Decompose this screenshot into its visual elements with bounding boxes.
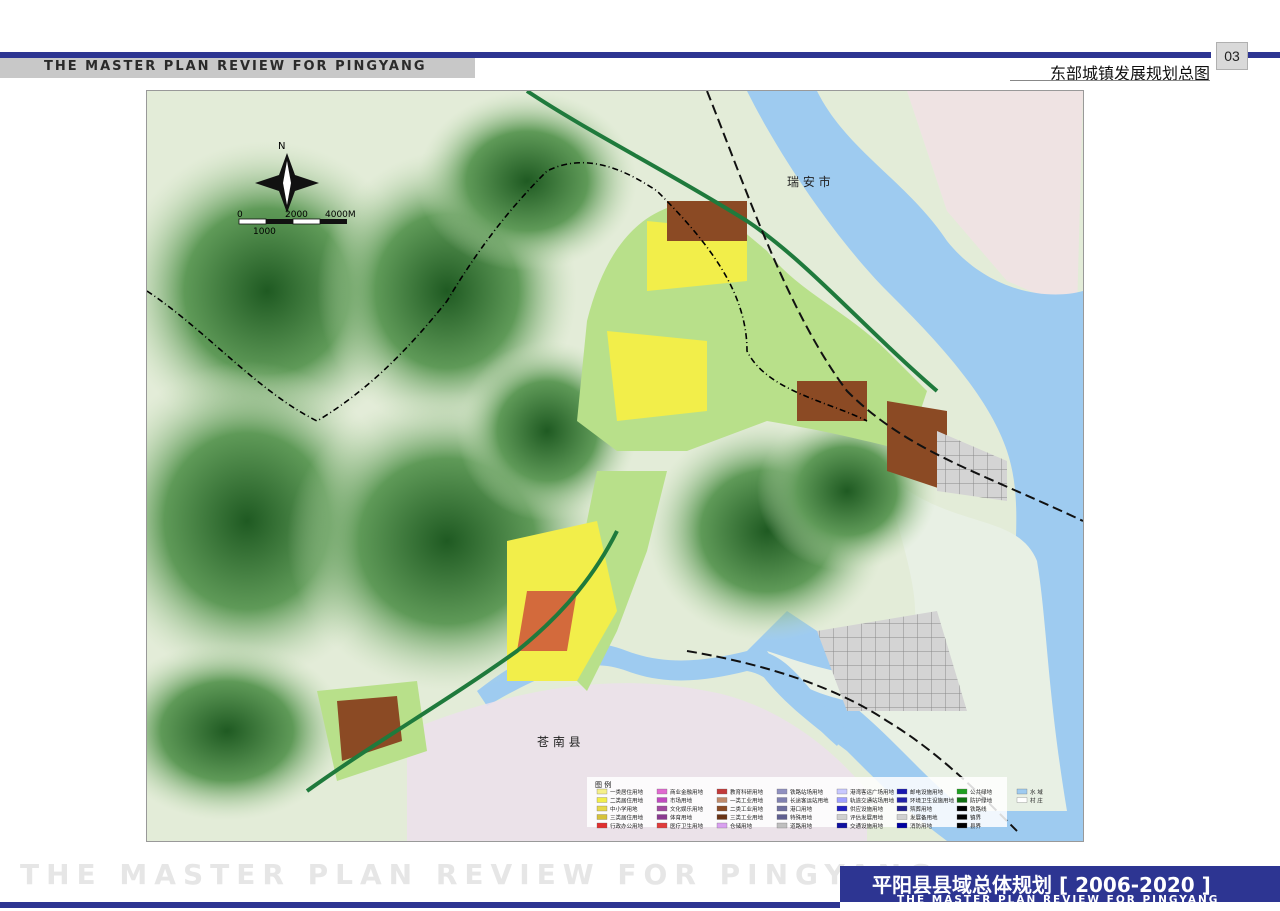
- legend-swatch: [836, 814, 848, 820]
- legend-swatch: [776, 788, 788, 795]
- legend-item: 村 庄: [1030, 797, 1043, 805]
- legend-item: 二类工业用地: [730, 805, 764, 813]
- legend-title: 图 例: [595, 780, 611, 789]
- legend-swatch: [596, 797, 608, 803]
- legend-item: 医疗卫生用地: [670, 822, 704, 830]
- legend-item: 消防用地: [910, 822, 933, 830]
- legend-item: 特殊用地: [790, 814, 813, 822]
- legend-item: 环境卫生设施用地: [910, 797, 955, 805]
- legend-item: 防护绿地: [970, 797, 993, 805]
- legend-item: 中小学用地: [610, 805, 638, 813]
- map-canvas: N 0 2000 4000M 1000 瑞 安 市 苍 南 县 图 例 一类居住…: [147, 91, 1083, 841]
- legend-item: 一类居住用地: [610, 788, 644, 796]
- industrial-north: [667, 201, 747, 241]
- legend-swatch: [716, 814, 728, 820]
- page-number: 03: [1216, 42, 1248, 70]
- scale-mid: 2000: [285, 210, 308, 220]
- legend-item: 轨道交通站场用地: [850, 797, 895, 805]
- legend-swatch: [836, 797, 848, 803]
- scale-end: 4000M: [325, 210, 356, 220]
- legend-swatch: [656, 788, 668, 795]
- label-cangnan: 苍 南 县: [537, 734, 581, 749]
- legend-item: 一类工业用地: [730, 797, 764, 805]
- legend-item: 市场用地: [670, 797, 693, 805]
- legend-swatch: [776, 797, 788, 803]
- legend-swatch: [596, 814, 608, 820]
- bottom-rule: [0, 902, 840, 908]
- legend-swatch: [896, 814, 908, 820]
- master-plan-map: N 0 2000 4000M 1000 瑞 安 市 苍 南 县 图 例 一类居住…: [146, 90, 1084, 842]
- legend-swatch: [956, 805, 968, 812]
- legend-swatch: [836, 788, 848, 795]
- top-rule-right: [1248, 52, 1280, 58]
- label-ruian: 瑞 安 市: [787, 174, 831, 189]
- legend-swatch: [716, 788, 728, 795]
- legend-item: 教育科研用地: [730, 788, 764, 796]
- header-title-en: THE MASTER PLAN REVIEW FOR PINGYANG: [44, 59, 427, 74]
- legend-swatch: [716, 805, 728, 812]
- legend-item: 商业金融用地: [670, 788, 704, 796]
- legend: 图 例 一类居住用地二类居住用地中小学用地三类居住用地行政办公用地 商业金融用地市…: [587, 777, 1043, 830]
- legend-swatch: [716, 797, 728, 803]
- legend-swatch: [596, 822, 608, 829]
- legend-item: 镇界: [970, 814, 982, 822]
- residential-core-1: [607, 331, 707, 421]
- legend-swatch: [776, 822, 788, 829]
- scale-sub: 1000: [253, 227, 276, 237]
- legend-item: 公共绿地: [970, 788, 993, 796]
- legend-item: 水 域: [1030, 788, 1043, 796]
- legend-item: 文化娱乐用地: [670, 805, 704, 813]
- legend-swatch: [596, 788, 608, 795]
- legend-swatch: [596, 805, 608, 812]
- legend-item: 港湾客运广场用地: [850, 788, 895, 796]
- legend-item: 交通设施用地: [850, 822, 884, 830]
- legend-item: 邮电设施用地: [910, 788, 944, 796]
- legend-item: 三类居住用地: [610, 814, 644, 822]
- footer-title-en: THE MASTER PLAN REVIEW FOR PINGYANG: [897, 894, 1220, 906]
- legend-swatch: [656, 822, 668, 829]
- legend-swatch: [956, 822, 968, 829]
- legend-item: 铁路站场用地: [790, 788, 824, 796]
- legend-swatch: [656, 797, 668, 803]
- legend-swatch: [896, 805, 908, 812]
- legend-swatch: [956, 788, 968, 795]
- legend-item: 发展备用地: [910, 814, 938, 822]
- legend-item: 道路用地: [790, 822, 813, 830]
- legend-item: 评估发展用地: [850, 814, 884, 822]
- legend-swatch: [896, 822, 908, 829]
- legend-swatch: [956, 797, 968, 803]
- legend-item: 体育用地: [670, 814, 693, 822]
- legend-item: 三类工业用地: [730, 814, 764, 822]
- north-label: N: [278, 141, 285, 152]
- legend-item: 铁路线: [970, 805, 987, 813]
- legend-item: 行政办公用地: [610, 822, 644, 830]
- header-underline: [1010, 80, 1210, 81]
- scale-zero: 0: [237, 210, 243, 220]
- legend-swatch: [836, 822, 848, 829]
- legend-swatch: [656, 814, 668, 820]
- legend-item: 港口用地: [790, 805, 813, 813]
- legend-item: 殡葬用地: [910, 805, 933, 813]
- legend-swatch: [956, 814, 968, 820]
- legend-swatch: [836, 805, 848, 812]
- legend-swatch: [896, 788, 908, 795]
- legend-swatch: [1016, 797, 1028, 803]
- legend-swatch: [656, 805, 668, 812]
- legend-item: 二类居住用地: [610, 797, 644, 805]
- legend-item: 长途客运站用地: [790, 797, 829, 805]
- legend-swatch: [776, 805, 788, 812]
- legend-swatch: [896, 797, 908, 803]
- legend-swatch: [1016, 788, 1028, 795]
- legend-item: 仓储用地: [730, 822, 753, 830]
- legend-swatch: [776, 814, 788, 820]
- legend-item: 供应设施用地: [850, 805, 884, 813]
- mountain-3: [417, 91, 637, 271]
- legend-item: 县界: [970, 823, 982, 830]
- legend-swatch: [716, 822, 728, 829]
- footer-watermark: THE MASTER PLAN REVIEW FOR PINGYANG: [20, 858, 939, 891]
